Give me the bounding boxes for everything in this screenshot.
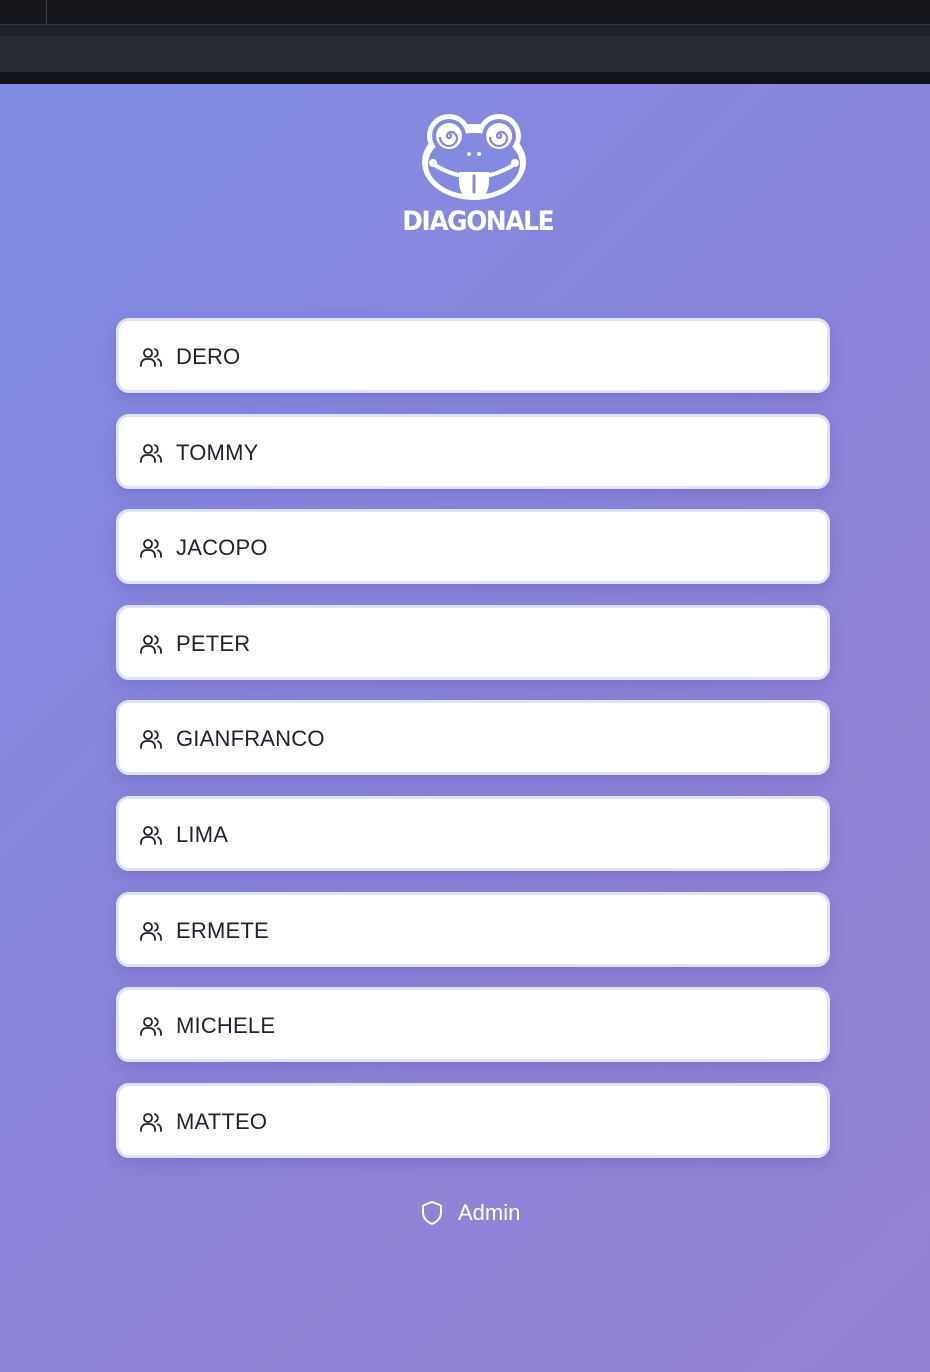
user-card-lima[interactable]: LIMA	[116, 795, 830, 871]
users-icon	[140, 1017, 162, 1037]
admin-label: Admin	[458, 1200, 521, 1225]
user-label: DERO	[176, 344, 241, 369]
users-icon	[140, 634, 162, 654]
user-card-michele[interactable]: MICHELE	[116, 987, 830, 1063]
user-card-matteo[interactable]: MATTEO	[116, 1082, 830, 1158]
user-label: TOMMY	[176, 439, 259, 465]
user-select-page: DIAGONALE DERO TOMMY JACOPO PETER GIANFR…	[0, 84, 930, 1372]
users-icon	[140, 539, 162, 559]
user-label: PETER	[176, 630, 251, 656]
user-label: ERMETE	[176, 917, 269, 943]
brand-logo: DIAGONALE	[396, 106, 555, 246]
browser-tab-strip	[0, 0, 930, 25]
users-icon	[140, 1112, 162, 1132]
user-card-jacopo[interactable]: JACOPO	[116, 509, 830, 585]
users-icon	[140, 826, 162, 845]
brand-name: DIAGONALE	[402, 206, 554, 237]
user-label: MICHELE	[176, 1013, 276, 1039]
browser-toolbar-edge	[0, 72, 930, 84]
user-card-tommy[interactable]: TOMMY	[116, 413, 830, 489]
user-label: MATTEO	[176, 1108, 268, 1134]
user-label: LIMA	[176, 821, 229, 847]
user-label: JACOPO	[176, 535, 268, 561]
browser-toolbar	[0, 36, 930, 72]
tab-separator	[46, 0, 47, 24]
frog-face-logo-icon	[422, 114, 526, 200]
user-card-dero[interactable]: DERO	[116, 318, 830, 393]
user-card-gianfranco[interactable]: GIANFRANCO	[116, 700, 830, 776]
user-list: DERO TOMMY JACOPO PETER GIANFRANCO LIMA …	[116, 318, 830, 1178]
users-icon	[140, 443, 162, 463]
shield-icon	[422, 1201, 442, 1225]
users-icon	[140, 348, 162, 367]
user-card-ermete[interactable]: ERMETE	[116, 891, 830, 967]
user-card-peter[interactable]: PETER	[116, 604, 830, 680]
browser-chrome	[0, 0, 930, 84]
admin-link[interactable]: Admin	[420, 1197, 540, 1229]
user-label: GIANFRANCO	[176, 726, 325, 752]
users-icon	[140, 730, 162, 750]
users-icon	[140, 921, 162, 941]
